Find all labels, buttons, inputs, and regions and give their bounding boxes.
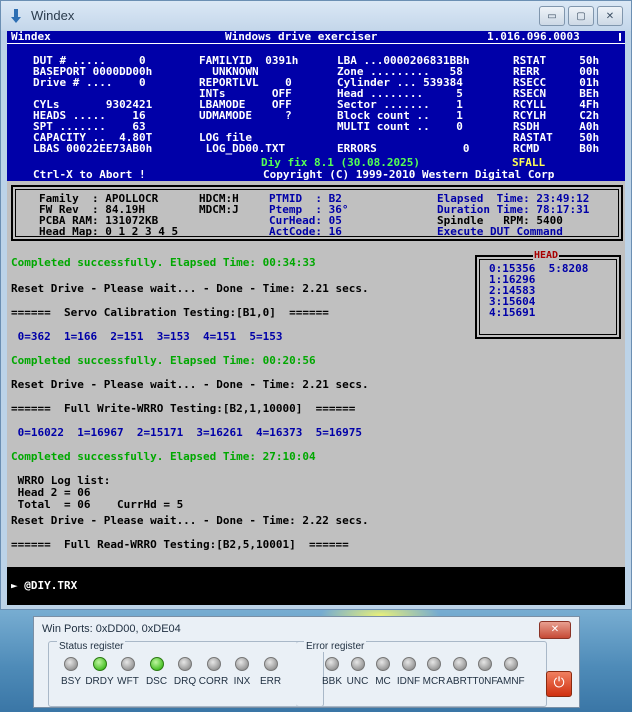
abort-hint: Ctrl-X to Abort ! <box>33 168 146 181</box>
console-area: Windex Windows drive exerciser 1.016.096… <box>7 31 625 605</box>
log-line: 0=362 1=166 2=151 3=153 4=151 5=153 <box>11 330 283 343</box>
log-line: Reset Drive - Please wait... - Done - Ti… <box>11 378 369 391</box>
col2-line: UDMAMODE ? <box>199 109 292 122</box>
drive-status-panel: Windex Windows drive exerciser 1.016.096… <box>7 31 625 181</box>
led-amnf-indicator <box>503 657 518 671</box>
execute-command-label: Execute DUT Command <box>437 225 563 238</box>
col3-line: MULTI count .. 0 <box>337 120 463 133</box>
sfall-label: SFALL <box>512 156 546 169</box>
log-line: ====== Full Write-WRRO Testing:[B2,1,100… <box>11 402 356 415</box>
log-line: ====== Full Read-WRRO Testing:[B2,5,1000… <box>11 538 349 551</box>
close-button[interactable]: ✕ <box>597 6 623 26</box>
led-label: BBK <box>321 676 343 687</box>
window-title: Windex <box>31 8 75 23</box>
diy-fix-label: Diy fix 8.1 (30.08.2025) <box>261 156 420 169</box>
prompt-text: ► @DIY.TRX <box>11 579 78 592</box>
error-register-label: Error register <box>304 641 367 652</box>
led-label: DSC <box>145 676 168 687</box>
led-abrt-indicator <box>452 657 467 671</box>
copyright-label: Copyright (C) 1999-2010 Western Digital … <box>263 168 555 181</box>
led-wft-indicator <box>121 657 135 671</box>
win-ports-dialog: Win Ports: 0xDD00, 0xDE04 ✕ Status regis… <box>33 616 580 708</box>
led-idnf-indicator <box>401 657 416 671</box>
error-register-group: Error register BBK UNC MC IDNF MCR ABRT T0NF AM… <box>296 641 547 707</box>
command-prompt[interactable]: ► @DIY.TRX <box>7 567 625 605</box>
drive-info-box: Family : APOLLOCR FW Rev : 84.19H PCBA R… <box>11 185 623 241</box>
led-label: BSY <box>60 676 82 687</box>
minimize-button[interactable]: ▭ <box>539 6 565 26</box>
led-label: UNC <box>346 676 369 687</box>
app-icon <box>11 9 21 23</box>
led-label: IDNF <box>396 676 421 687</box>
log-line: Completed successfully. Elapsed Time: 27… <box>11 450 316 463</box>
head-map-label: Head Map: 0 1 2 3 4 5 <box>39 225 179 238</box>
led-label: WFT <box>117 676 139 687</box>
actcode-label: ActCode: 16 <box>269 225 342 238</box>
col1-line: LBAS 00022EE73AB0h <box>33 142 153 155</box>
log-line: Reset Drive - Please wait... - Done - Ti… <box>11 514 369 527</box>
log-line: Completed successfully. Elapsed Time: 00… <box>11 256 316 269</box>
led-t0nf-indicator <box>478 657 492 671</box>
col4-line: RCMD B0h <box>513 142 600 155</box>
panel-app-name: Windex <box>11 30 51 43</box>
head-values-box: HEAD 0:15356 5:8208 1:16296 2:14583 3:15604… <box>475 250 621 339</box>
led-label: ABRT <box>446 676 473 687</box>
log-line: ====== Servo Calibration Testing:[B1,0] … <box>11 306 329 319</box>
title-bar[interactable]: Windex ▭ ▢ ✕ <box>1 1 631 31</box>
led-label: DRQ <box>173 676 197 687</box>
led-dsc-indicator <box>149 657 164 671</box>
windex-window: Windex ▭ ▢ ✕ Windex Windows drive exerci… <box>0 0 632 610</box>
led-drq-indicator <box>178 657 192 671</box>
version-label: 1.016.096.0003 <box>487 30 580 43</box>
maximize-button[interactable]: ▢ <box>568 6 594 26</box>
led-mcr-indicator <box>427 657 441 671</box>
ports-close-button[interactable]: ✕ <box>539 621 571 639</box>
log-line: 0=16022 1=16967 2=15171 3=16261 4=16373 … <box>11 426 362 439</box>
led-err-indicator <box>263 657 278 671</box>
led-corr-indicator <box>206 657 221 671</box>
led-label: T0NF <box>472 676 498 687</box>
led-mc-indicator <box>376 657 390 671</box>
window-controls: ▭ ▢ ✕ <box>539 6 623 26</box>
led-inx-indicator <box>235 657 249 671</box>
ports-title: Win Ports: 0xDD00, 0xDE04 <box>42 623 181 635</box>
col3-line: ERRORS 0 <box>337 142 470 155</box>
col1-line: Drive # .... 0 <box>33 76 146 89</box>
head-box-title: HEAD <box>533 250 560 261</box>
led-label: AMNF <box>496 676 525 687</box>
led-bsy-indicator <box>64 657 78 671</box>
status-register-group: Status register BSY DRDY WFT DSC DRQ CORR INX E… <box>48 641 324 707</box>
status-register-label: Status register <box>57 641 126 652</box>
head-value-line: 4:15691 <box>489 306 536 319</box>
log-line: Reset Drive - Please wait... - Done - Ti… <box>11 282 369 295</box>
panel-title-bar: Windex Windows drive exerciser 1.016.096… <box>7 31 625 44</box>
led-label: MCR <box>422 676 446 687</box>
log-line: Completed successfully. Elapsed Time: 00… <box>11 354 316 367</box>
led-bbk-indicator <box>325 657 339 671</box>
led-label: MC <box>375 676 391 687</box>
led-label: ERR <box>259 676 282 687</box>
led-label: CORR <box>198 676 229 687</box>
scroll-marker <box>619 33 621 41</box>
col2-line: LOG_DD00.TXT <box>199 142 286 155</box>
panel-app-description: Windows drive exerciser <box>225 30 378 43</box>
led-label: DRDY <box>85 676 114 687</box>
power-button[interactable]: ⏻ <box>546 671 572 697</box>
led-label: INX <box>233 676 251 687</box>
led-unc-indicator <box>350 657 365 671</box>
mdcm-label: MDCM:J <box>199 203 239 216</box>
led-drdy-indicator <box>92 657 107 671</box>
log-line: WRRO Log list: Head 2 = 06 Total = 06 Cu… <box>17 474 184 511</box>
